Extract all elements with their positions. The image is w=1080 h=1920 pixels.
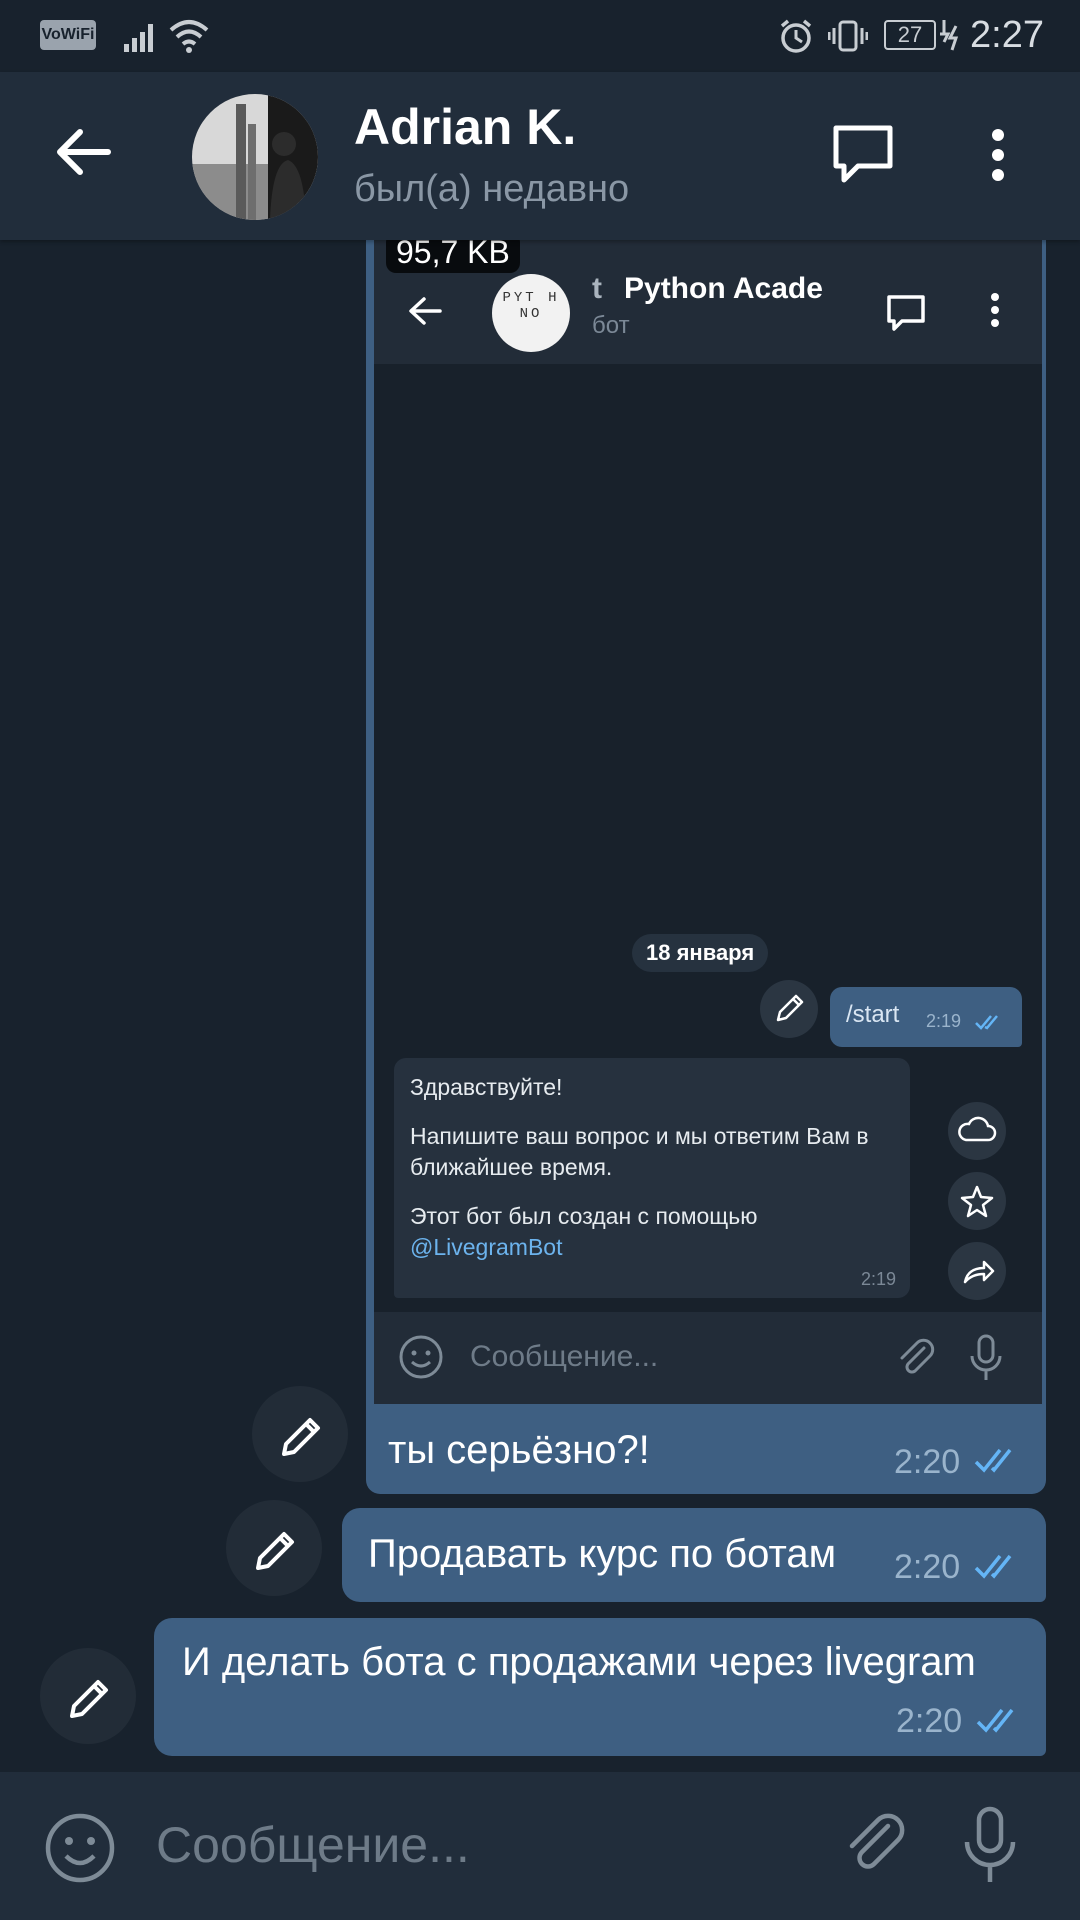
inner-incoming-time: 2:19 xyxy=(860,1269,896,1289)
emoji-icon[interactable] xyxy=(44,1812,116,1884)
inner-created-text: Этот бот был создан с помощью xyxy=(410,1203,758,1229)
inner-incoming-message: Здравствуйте! Напишите ваш вопрос и мы о… xyxy=(394,1058,910,1298)
inner-title-text: Python Academy xyxy=(624,272,824,305)
edit-button[interactable] xyxy=(40,1648,136,1744)
inner-pencil-icon xyxy=(776,994,804,1022)
double-check-icon xyxy=(974,1554,1012,1579)
outgoing-message[interactable]: Продавать курс по ботам 2:20 xyxy=(342,1508,1046,1602)
inner-outgoing-message: /start 2:19 xyxy=(830,987,1022,1047)
pencil-icon xyxy=(70,1680,108,1718)
double-check-icon xyxy=(976,1708,1014,1733)
status-bar: VoWiFi 27 2:27 xyxy=(0,0,1080,72)
message-text: ты серьёзно?! xyxy=(388,1428,650,1472)
inner-chat-header: PYT H NO t Python Academy бот xyxy=(374,260,1042,364)
pencil-icon xyxy=(282,1418,320,1456)
inner-more-icon xyxy=(991,293,999,327)
inner-cloud-button xyxy=(948,1102,1006,1160)
message-input[interactable]: Сообщение... xyxy=(156,1816,470,1874)
message-time: 2:20 xyxy=(896,1702,963,1740)
edit-button[interactable] xyxy=(226,1500,322,1596)
inner-message-input: Сообщение... xyxy=(374,1312,1042,1404)
edit-button[interactable] xyxy=(252,1386,348,1482)
vowifi-icon: VoWiFi xyxy=(40,20,96,50)
more-menu-icon[interactable] xyxy=(990,128,1006,182)
inner-date-chip: 18 января xyxy=(632,934,769,972)
inner-outgoing-time: 2:19 xyxy=(926,1011,962,1031)
inner-share-button xyxy=(948,1242,1006,1300)
inner-double-check-icon xyxy=(975,1015,998,1030)
inner-greeting: Здравствуйте! xyxy=(410,1074,563,1100)
inner-discussion-icon xyxy=(887,295,925,331)
inner-emoji-icon xyxy=(399,1335,443,1379)
alarm-icon xyxy=(780,19,812,53)
chat-title[interactable]: Adrian K. xyxy=(354,98,576,156)
pencil-icon xyxy=(256,1532,294,1570)
avatar-photo-icon xyxy=(192,94,318,220)
inner-livegram-link: @LivegramBot xyxy=(410,1234,563,1260)
inner-mic-icon xyxy=(970,1334,1002,1380)
inner-bot-avatar: PYT H NO xyxy=(492,274,570,352)
attach-icon[interactable] xyxy=(840,1808,910,1882)
charging-icon xyxy=(940,20,959,51)
inner-outgoing-text: /start xyxy=(846,1001,900,1028)
outgoing-message[interactable]: И делать бота с продажами через livegram… xyxy=(154,1618,1046,1756)
discussion-icon[interactable] xyxy=(832,124,896,184)
message-text: И делать бота с продажами через livegram xyxy=(182,1640,976,1684)
inner-bot-title: t Python Academy xyxy=(592,272,824,306)
message-time: 2:20 xyxy=(894,1443,961,1481)
inner-star-button xyxy=(948,1172,1006,1230)
back-arrow-icon[interactable] xyxy=(56,128,112,176)
cloud-icon xyxy=(958,1116,997,1142)
battery-level: 27 xyxy=(884,20,936,50)
vibrate-icon xyxy=(828,20,868,52)
inner-edit-button xyxy=(760,980,818,1038)
chat-header: Adrian K. был(а) недавно xyxy=(0,72,1080,240)
microphone-icon[interactable] xyxy=(962,1806,1018,1886)
inner-back-arrow-icon xyxy=(409,297,442,325)
wifi-icon xyxy=(169,20,209,53)
chat-status: был(а) недавно xyxy=(354,168,630,210)
share-icon xyxy=(963,1260,995,1284)
inner-bot-avatar-text: PYT H NO xyxy=(502,290,560,322)
inner-incoming-body: Здравствуйте! Напишите ваш вопрос и мы о… xyxy=(410,1072,890,1263)
inner-question-text: Напишите ваш вопрос и мы ответим Вам в б… xyxy=(410,1123,869,1180)
message-input-bar: Сообщение... xyxy=(0,1772,1080,1920)
inner-title-prefix: t xyxy=(592,272,602,305)
message-time: 2:20 xyxy=(894,1548,961,1586)
inner-attach-icon xyxy=(900,1338,935,1374)
screenshot-image[interactable]: PYT H NO t Python Academy бот 18 января /… xyxy=(374,240,1042,1404)
status-time: 2:27 xyxy=(970,14,1044,56)
star-icon xyxy=(960,1185,994,1218)
signal-icon xyxy=(124,24,153,52)
message-text: Продавать курс по ботам xyxy=(368,1532,837,1576)
inner-input-placeholder: Сообщение... xyxy=(470,1340,659,1373)
inner-bot-subtitle: бот xyxy=(592,312,630,339)
double-check-icon xyxy=(974,1448,1012,1473)
avatar[interactable] xyxy=(192,94,318,220)
